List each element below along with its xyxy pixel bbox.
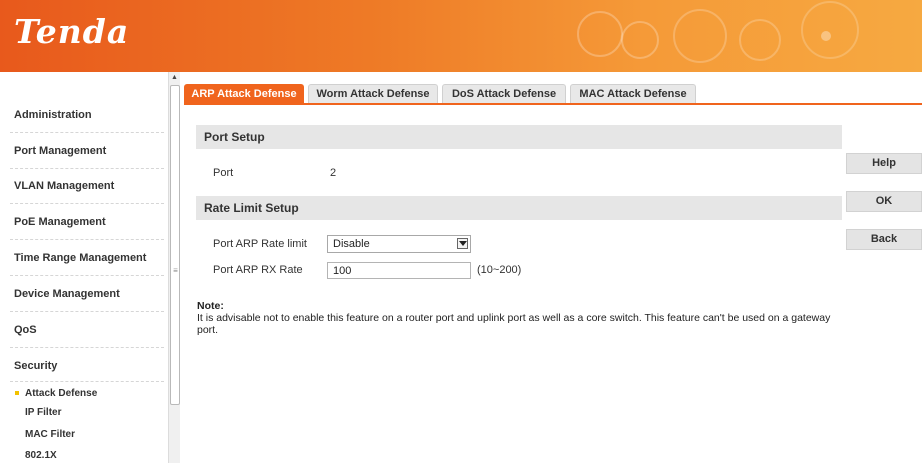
- sidebar-item-device-management[interactable]: Device Management: [14, 288, 164, 300]
- sidebar-divider: [10, 168, 164, 169]
- arp-rx-rate-label: Port ARP RX Rate: [213, 264, 303, 276]
- active-indicator-icon: [15, 391, 19, 395]
- arp-rate-limit-select[interactable]: Disable: [327, 235, 471, 253]
- sidebar-scrollbar[interactable]: ▲ ≡: [168, 72, 180, 463]
- note-text: It is advisable not to enable this featu…: [197, 312, 831, 336]
- port-value: 2: [330, 167, 337, 179]
- arp-rx-rate-range: (10~200): [477, 264, 522, 276]
- header-banner: Tenda: [0, 0, 922, 72]
- arp-rate-limit-value: Disable: [333, 238, 370, 250]
- sidebar-subitem-mac-filter[interactable]: MAC Filter: [25, 429, 75, 440]
- tab-underline: [184, 103, 922, 105]
- sidebar-item-administration[interactable]: Administration: [14, 109, 164, 121]
- sidebar-divider: [10, 132, 164, 133]
- sidebar-nav: Administration Port Management VLAN Mana…: [0, 72, 168, 463]
- tab-mac-attack-defense[interactable]: MAC Attack Defense: [570, 84, 696, 103]
- tab-worm-attack-defense[interactable]: Worm Attack Defense: [308, 84, 438, 103]
- scroll-grip-icon: ≡: [173, 266, 178, 275]
- scroll-up-arrow-icon[interactable]: ▲: [169, 72, 180, 84]
- help-button[interactable]: Help: [846, 153, 922, 174]
- rate-limit-setup-title: Rate Limit Setup: [204, 201, 299, 215]
- port-label: Port: [213, 167, 234, 179]
- sidebar-divider: [10, 311, 164, 312]
- note-title: Note:: [197, 300, 224, 312]
- sidebar-item-security[interactable]: Security: [14, 360, 164, 372]
- sidebar-subitem-8021x[interactable]: 802.1X: [25, 450, 57, 461]
- sidebar-subitem-attack-defense[interactable]: Attack Defense: [25, 388, 97, 399]
- sidebar-item-time-range-management[interactable]: Time Range Management: [14, 252, 164, 264]
- port-setup-header: Port Setup: [196, 125, 842, 149]
- header-decoration: [577, 1, 859, 63]
- chevron-down-icon[interactable]: [457, 238, 468, 249]
- sidebar-item-qos[interactable]: QoS: [14, 324, 164, 336]
- arp-rate-limit-label: Port ARP Rate limit: [213, 238, 307, 250]
- ok-button[interactable]: OK: [846, 191, 922, 212]
- sidebar-item-vlan-management[interactable]: VLAN Management: [14, 180, 164, 192]
- sidebar-item-poe-management[interactable]: PoE Management: [14, 216, 164, 228]
- sidebar-subitem-ip-filter[interactable]: IP Filter: [25, 407, 62, 418]
- tab-arp-attack-defense[interactable]: ARP Attack Defense: [184, 84, 304, 103]
- sidebar-divider: [10, 275, 164, 276]
- note-block: Note: It is advisable not to enable this…: [197, 300, 837, 336]
- sidebar-item-port-management[interactable]: Port Management: [14, 145, 164, 157]
- tab-dos-attack-defense[interactable]: DoS Attack Defense: [442, 84, 566, 103]
- rate-limit-setup-header: Rate Limit Setup: [196, 196, 842, 220]
- sidebar-divider: [10, 347, 164, 348]
- sidebar-divider: [10, 239, 164, 240]
- arp-rx-rate-input[interactable]: [327, 262, 471, 279]
- port-setup-title: Port Setup: [204, 130, 265, 144]
- tenda-logo: Tenda: [14, 12, 130, 51]
- sidebar-divider: [10, 381, 164, 382]
- scroll-thumb[interactable]: ≡: [170, 85, 180, 405]
- back-button[interactable]: Back: [846, 229, 922, 250]
- sidebar-divider: [10, 203, 164, 204]
